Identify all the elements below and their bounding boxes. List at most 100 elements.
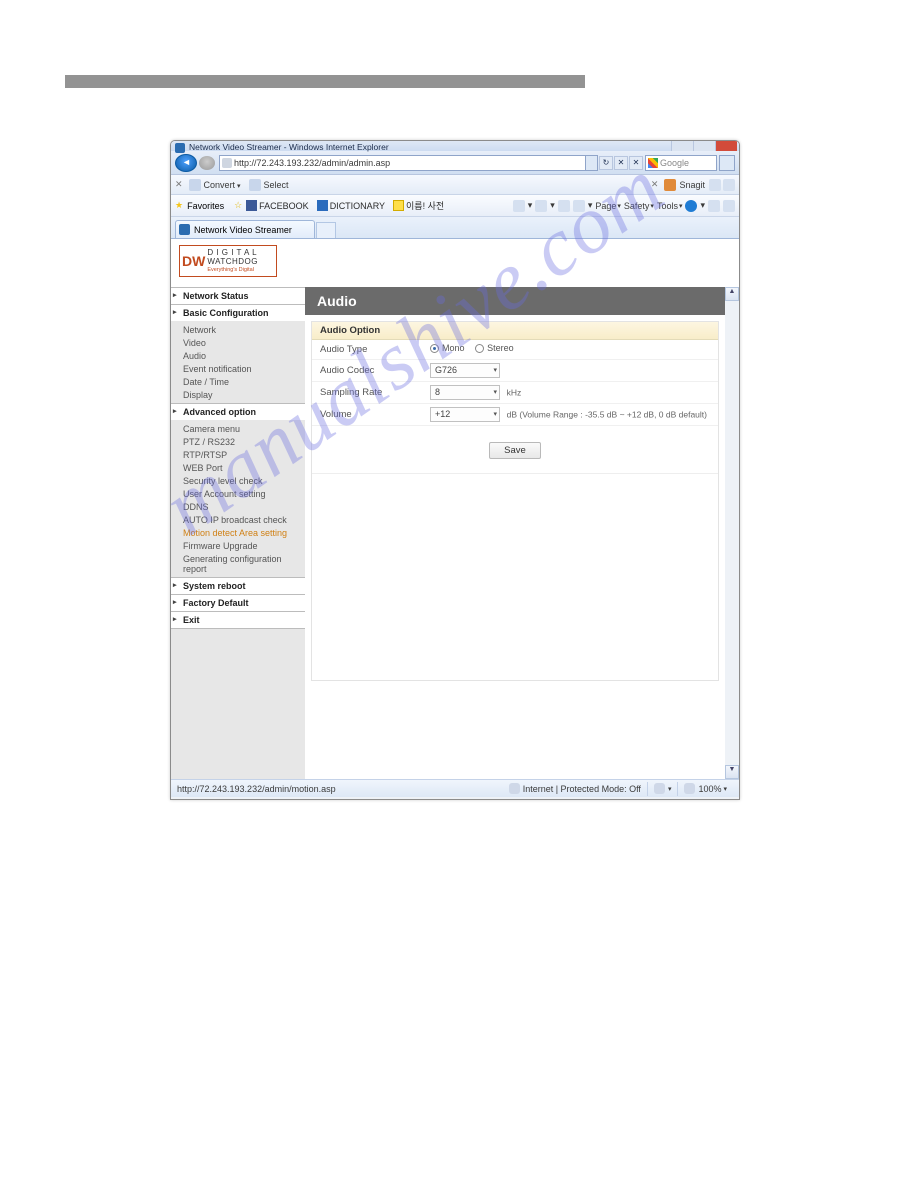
sidebar-item-webport[interactable]: WEB Port <box>171 461 305 474</box>
fav-add-icon[interactable]: ☆ <box>234 200 242 211</box>
browser-tab[interactable]: Network Video Streamer <box>175 220 315 238</box>
sidebar-advanced-option[interactable]: ▸Advanced option <box>171 403 305 420</box>
sidebar-item-event[interactable]: Event notification <box>171 362 305 375</box>
scroll-track[interactable] <box>725 301 739 765</box>
sidebar-network-status[interactable]: ▸Network Status <box>171 287 305 304</box>
select-sampling-rate[interactable]: 8▾ <box>430 385 500 400</box>
status-bar: http://72.243.193.232/admin/motion.asp I… <box>171 779 739 797</box>
minimize-button[interactable] <box>671 141 693 151</box>
favorites-label[interactable]: Favorites <box>187 201 224 211</box>
fav-link-dictionary[interactable]: DICTIONARY <box>317 200 385 211</box>
fav-link-facebook[interactable]: FACEBOOK <box>246 200 309 211</box>
scroll-down-icon[interactable]: ▼ <box>725 765 739 779</box>
sidebar-factory-default[interactable]: ▸Factory Default <box>171 594 305 611</box>
back-button[interactable] <box>175 154 197 172</box>
sidebar-item-ptz[interactable]: PTZ / RS232 <box>171 435 305 448</box>
sidebar-basic-configuration[interactable]: ▸Basic Configuration <box>171 304 305 321</box>
feeds-icon[interactable] <box>535 200 547 212</box>
korean-dict-icon <box>393 200 404 211</box>
vertical-scrollbar[interactable]: ▲ ▼ <box>725 287 739 779</box>
toolbar-close-icon[interactable]: ✕ <box>175 179 183 190</box>
refresh-icon[interactable]: ↻ <box>599 156 613 170</box>
row-sampling-rate: Sampling Rate 8▾ kHz <box>312 381 718 403</box>
ie-icon <box>175 143 185 153</box>
favorites-star-icon[interactable]: ★ <box>175 200 183 211</box>
sidebar-item-video[interactable]: Video <box>171 336 305 349</box>
sidebar-item-network[interactable]: Network <box>171 323 305 336</box>
status-zone: Internet | Protected Mode: Off <box>503 782 648 796</box>
extra1-icon[interactable] <box>708 200 720 212</box>
sidebar-item-audio[interactable]: Audio <box>171 349 305 362</box>
search-input[interactable]: Google <box>645 155 717 171</box>
home-icon[interactable] <box>513 200 525 212</box>
forward-button[interactable] <box>199 156 215 170</box>
scroll-up-icon[interactable]: ▲ <box>725 287 739 301</box>
window-title: Network Video Streamer - Windows Interne… <box>189 142 389 152</box>
label-audio-codec: Audio Codec <box>312 359 422 381</box>
extra2-icon[interactable] <box>723 200 735 212</box>
tab-ie-icon <box>179 224 190 235</box>
audio-panel: Audio Option Audio Type Mono Stereo <box>311 321 719 681</box>
snagit-opt2-icon[interactable] <box>723 179 735 191</box>
search-button[interactable] <box>719 155 735 171</box>
volume-hint: dB (Volume Range : -35.5 dB ~ +12 dB, 0 … <box>507 409 707 419</box>
stop-icon[interactable]: ✕ <box>614 156 628 170</box>
row-audio-codec: Audio Codec G726▾ <box>312 359 718 381</box>
sidebar-item-user-account[interactable]: User Account setting <box>171 487 305 500</box>
logo-dw-text: DW <box>182 253 205 269</box>
radio-mono[interactable]: Mono <box>430 343 465 353</box>
compat-icon[interactable]: ✕ <box>629 156 643 170</box>
button-row: Save <box>312 426 718 474</box>
tools-menu[interactable]: Tools▾ <box>657 201 683 211</box>
sidebar-item-datetime[interactable]: Date / Time <box>171 375 305 388</box>
url-text: http://72.243.193.232/admin/admin.asp <box>234 158 390 168</box>
logo: DW D I G I T A L WATCHDOG Everything's D… <box>179 245 277 277</box>
sidebar-item-security[interactable]: Security level check <box>171 474 305 487</box>
sidebar-item-camera-menu[interactable]: Camera menu <box>171 422 305 435</box>
sidebar-item-rtp[interactable]: RTP/RTSP <box>171 448 305 461</box>
snagit-close-icon[interactable]: ✕ <box>651 179 659 190</box>
select-button[interactable]: Select <box>264 180 289 190</box>
snagit-opt1-icon[interactable] <box>709 179 721 191</box>
sidebar-item-motion[interactable]: Motion detect Area setting <box>171 526 305 539</box>
facebook-icon <box>246 200 257 211</box>
snagit-icon <box>664 179 676 191</box>
sidebar-item-ddns[interactable]: DDNS <box>171 500 305 513</box>
fav-link-korean[interactable]: 이름! 사전 <box>393 199 444 212</box>
page-content: DW D I G I T A L WATCHDOG Everything's D… <box>171 239 739 779</box>
search-placeholder: Google <box>660 158 689 168</box>
address-bar-row: http://72.243.193.232/admin/admin.asp ↻ … <box>171 151 739 175</box>
dictionary-icon <box>317 200 328 211</box>
sidebar-system-reboot[interactable]: ▸System reboot <box>171 577 305 594</box>
sidebar-item-autoip[interactable]: AUTO IP broadcast check <box>171 513 305 526</box>
main-pane: Audio Audio Option Audio Type Mono <box>305 287 725 779</box>
maximize-button[interactable] <box>693 141 715 151</box>
convert-button[interactable]: Convert <box>204 180 241 190</box>
row-volume: Volume +12▾ dB (Volume Range : -35.5 dB … <box>312 403 718 425</box>
snagit-button[interactable]: Snagit <box>679 180 705 190</box>
close-button[interactable] <box>715 141 737 151</box>
label-audio-type: Audio Type <box>312 340 422 359</box>
page-menu[interactable]: Page▾ <box>595 201 621 211</box>
sidebar-exit[interactable]: ▸Exit <box>171 611 305 629</box>
sidebar-item-firmware[interactable]: Firmware Upgrade <box>171 539 305 552</box>
select-audio-codec[interactable]: G726▾ <box>430 363 500 378</box>
safety-menu[interactable]: Safety▾ <box>624 201 654 211</box>
unit-khz: kHz <box>507 387 522 397</box>
status-zoom[interactable]: 100% ▾ <box>678 782 733 796</box>
select-volume[interactable]: +12▾ <box>430 407 500 422</box>
sidebar-item-display[interactable]: Display <box>171 388 305 401</box>
new-tab-button[interactable] <box>316 222 336 238</box>
print-icon[interactable] <box>573 200 585 212</box>
help-icon[interactable] <box>685 200 697 212</box>
url-input[interactable]: http://72.243.193.232/admin/admin.asp <box>219 155 586 171</box>
page-title: Audio <box>305 287 725 315</box>
save-button[interactable]: Save <box>489 442 541 459</box>
url-dropdown[interactable] <box>586 155 598 171</box>
ie-window: Network Video Streamer - Windows Interne… <box>170 140 740 800</box>
radio-stereo[interactable]: Stereo <box>475 343 514 353</box>
sidebar-basic-items: Network Video Audio Event notification D… <box>171 321 305 403</box>
status-notify[interactable]: ▾ <box>648 782 679 796</box>
sidebar-item-report[interactable]: Generating configuration report <box>171 552 305 575</box>
mail-icon[interactable] <box>558 200 570 212</box>
